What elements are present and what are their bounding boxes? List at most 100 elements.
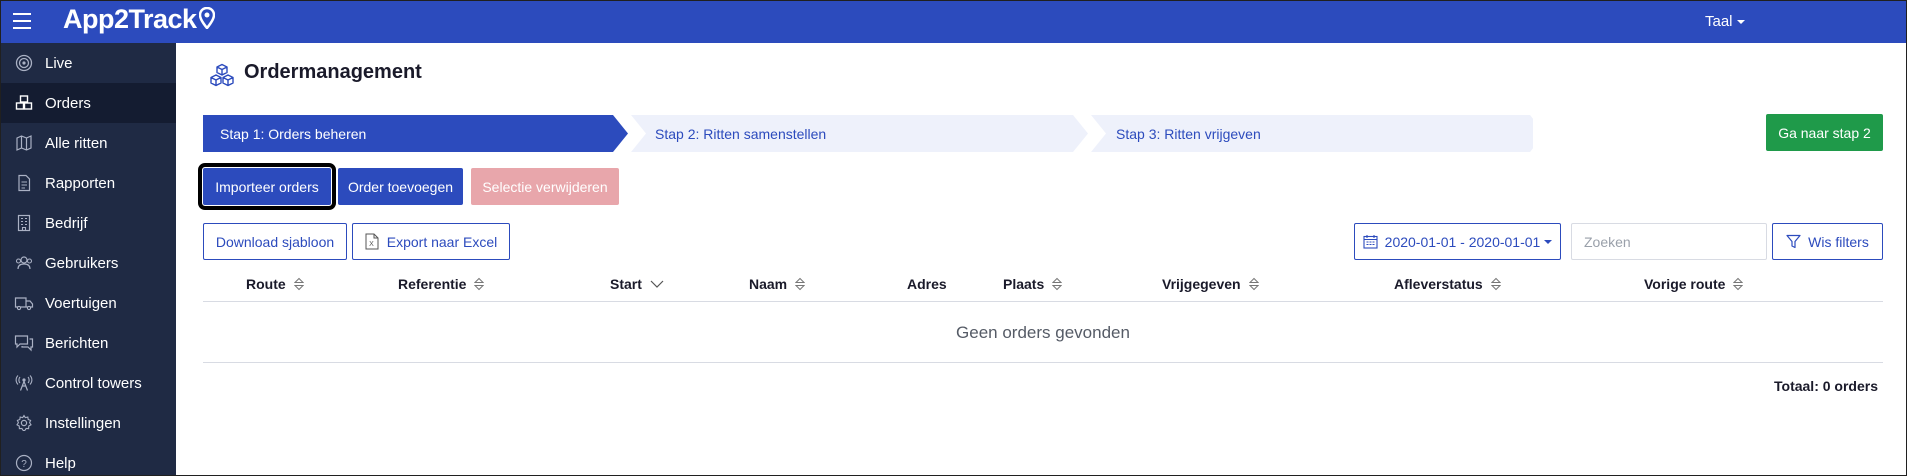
import-orders-button[interactable]: Importeer orders [198,163,336,210]
main-content: Ordermanagement Stap 1: Orders beheren S… [176,43,1906,475]
step-2[interactable]: Stap 2: Ritten samenstellen [655,115,826,152]
sidebar-item-live[interactable]: Live [1,43,176,83]
boxes-icon [210,63,234,87]
sidebar-item-label: Berichten [45,334,109,352]
sidebar-item-gebruikers[interactable]: Gebruikers [1,243,176,283]
sidebar-item-label: Live [45,54,73,72]
caret-down-icon [1544,239,1553,244]
column-label: Naam [749,275,788,292]
column-label: Afleverstatus [1394,275,1483,292]
step-3[interactable]: Stap 3: Ritten vrijgeven [1116,115,1261,152]
excel-file-icon: X [365,233,379,250]
truck-icon [14,293,34,313]
step-3-label: Stap 3: Ritten vrijgeven [1116,125,1261,142]
tower-icon [14,373,34,393]
search-input[interactable] [1571,223,1767,260]
total-orders: Totaal: 0 orders [1774,378,1878,394]
column-label: Vorige route [1644,275,1726,292]
sort-icon [1733,277,1744,290]
language-dropdown[interactable]: Taal [1705,13,1745,30]
users-icon [14,253,34,273]
map-icon [14,133,34,153]
column-vorige-route[interactable]: Vorige route [1644,265,1744,302]
download-template-button[interactable]: Download sjabloon [203,223,347,260]
building-icon [14,213,34,233]
hamburger-menu-icon[interactable] [13,13,31,29]
filter-icon [1786,234,1801,249]
gear-icon [14,413,34,433]
orders-table-header: Route Referentie Start Naam Adres Plaats [203,265,1883,302]
column-label: Start [610,275,642,292]
step-wizard: Stap 1: Orders beheren Stap 2: Ritten sa… [203,115,1533,152]
language-label: Taal [1705,13,1733,30]
svg-text:X: X [369,241,374,248]
export-excel-button[interactable]: X Export naar Excel [352,223,510,260]
sidebar-item-rapporten[interactable]: Rapporten [1,163,176,203]
column-start[interactable]: Start [610,265,664,302]
top-bar: App2Track Taal [1,1,1906,43]
column-referentie[interactable]: Referentie [398,265,485,302]
calendar-icon [1363,235,1378,249]
svg-text:?: ? [21,459,27,470]
sidebar-item-alle-ritten[interactable]: Alle ritten [1,123,176,163]
sidebar-item-label: Voertuigen [45,294,117,312]
column-label: Referentie [398,275,467,292]
step-arrows [203,115,1533,152]
column-label: Plaats [1003,275,1045,292]
sidebar-item-voertuigen[interactable]: Voertuigen [1,283,176,323]
location-pin-icon [198,6,215,29]
sort-icon [293,277,304,290]
sort-icon [1248,277,1259,290]
next-step-button[interactable]: Ga naar stap 2 [1766,114,1883,151]
empty-table-message: Geen orders gevonden [203,303,1883,363]
sort-descending-icon [650,280,664,288]
messages-icon [14,333,34,353]
sort-icon [1490,277,1501,290]
sidebar-item-orders[interactable]: Orders [1,83,176,123]
sort-icon [474,277,485,290]
report-icon [14,173,34,193]
export-excel-label: Export naar Excel [386,233,498,250]
sidebar-item-control-towers[interactable]: Control towers [1,363,176,403]
sidebar-item-label: Orders [45,94,91,112]
sidebar-item-bedrijf[interactable]: Bedrijf [1,203,176,243]
download-template-label: Download sjabloon [215,233,335,250]
sidebar-item-label: Instellingen [45,414,121,432]
orders-icon [14,93,34,113]
help-icon: ? [14,453,34,473]
step-2-label: Stap 2: Ritten samenstellen [655,125,827,142]
sidebar-item-label: Help [45,454,76,472]
step-1[interactable]: Stap 1: Orders beheren [220,115,366,152]
sidebar-item-help[interactable]: ? Help [1,443,176,475]
column-afleverstatus[interactable]: Afleverstatus [1394,265,1501,302]
live-icon [14,53,34,73]
app-window: App2Track Taal Live Orders Alle ritten R… [0,0,1907,476]
caret-down-icon [1736,20,1745,25]
column-label: Vrijgegeven [1162,275,1241,292]
sort-icon [795,277,806,290]
sidebar-item-label: Rapporten [45,174,116,192]
logo-text: App2Track [63,4,197,34]
sort-icon [1052,277,1063,290]
add-order-button[interactable]: Order toevoegen [338,168,463,205]
sidebar-item-berichten[interactable]: Berichten [1,323,176,363]
app-logo[interactable]: App2Track [63,4,215,35]
sidebar-item-label: Alle ritten [45,134,108,152]
column-plaats[interactable]: Plaats [1003,265,1063,302]
date-range-picker[interactable]: 2020-01-01 - 2020-01-01 [1354,223,1561,260]
date-range-value: 2020-01-01 - 2020-01-01 [1384,233,1541,250]
column-vrijgegeven[interactable]: Vrijgegeven [1162,265,1259,302]
clear-filters-label: Wis filters [1808,233,1869,250]
sidebar-item-label: Bedrijf [45,214,88,232]
clear-filters-button[interactable]: Wis filters [1772,223,1883,260]
delete-selection-button[interactable]: Selectie verwijderen [471,168,619,205]
column-naam[interactable]: Naam [749,265,806,302]
sidebar-item-instellingen[interactable]: Instellingen [1,403,176,443]
sidebar: Live Orders Alle ritten Rapporten Bedrij… [1,43,176,475]
sidebar-item-label: Gebruikers [45,254,119,272]
step-1-label: Stap 1: Orders beheren [220,125,367,142]
column-route[interactable]: Route [246,265,304,302]
sidebar-item-label: Control towers [45,374,142,392]
column-label: Route [246,275,286,292]
page-title: Ordermanagement [244,61,422,83]
